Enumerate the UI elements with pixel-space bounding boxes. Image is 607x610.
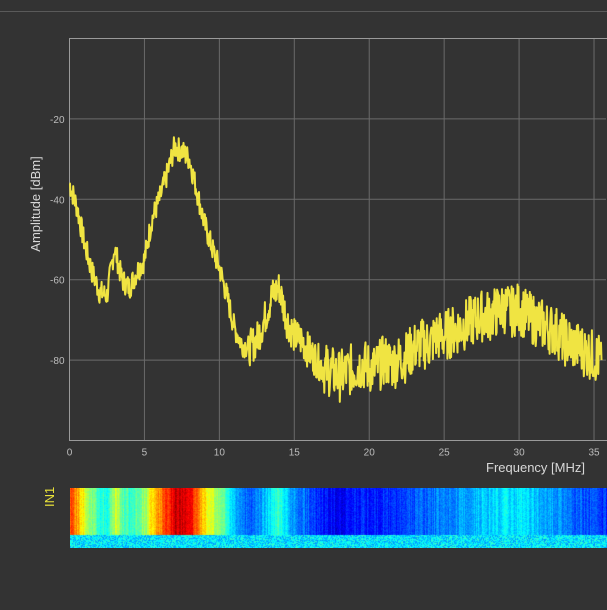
x-tick-label: 0 [67,448,73,459]
spectrum-chart: 0 5 10 15 20 25 30 35 -20 -40 -60 -80 Frequency [M… [28,38,607,475]
spectrum-trace [69,136,603,403]
y-tick-label: -80 [50,356,65,367]
x-tick-label: 25 [439,448,451,459]
x-tick-label: 20 [364,448,376,459]
y-tick-label: -60 [50,276,65,287]
x-tick-label: 5 [142,448,148,459]
x-tick-label: 15 [289,448,301,459]
waterfall-spectrogram [70,488,607,548]
x-tick-label: 10 [214,448,226,459]
y-tick-label: -40 [50,195,65,206]
x-axis-label: Frequency [MHz] [486,460,585,475]
x-tick-label: 30 [514,448,526,459]
y-axis-label: Amplitude [dBm] [28,156,43,251]
y-tick-label: -20 [50,115,65,126]
y-tick-labels: -20 -40 -60 -80 [50,115,65,367]
waterfall-channel-label: IN1 [42,486,57,507]
x-tick-label: 35 [588,448,600,459]
x-tick-labels: 0 5 10 15 20 25 30 35 [67,448,600,459]
